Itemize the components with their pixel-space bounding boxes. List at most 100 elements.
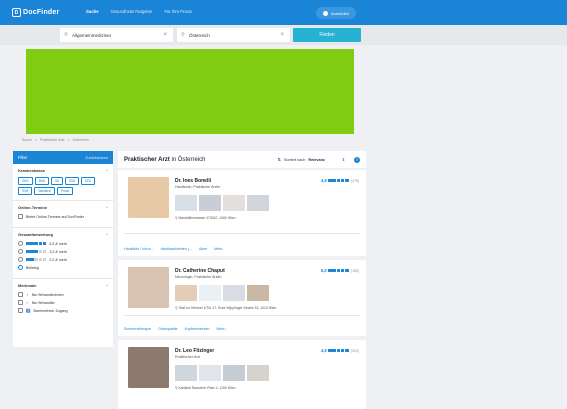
treatment-tags: Schmerztherapie Osteopathie Kopfschmerze… [124,327,228,331]
practice-photo[interactable] [175,365,197,381]
star-filled-icon [30,257,34,262]
practice-photo[interactable] [247,365,269,381]
docfinder-logo[interactable]: D DocFinder [12,7,59,18]
sort-icon: ⇅ [277,158,281,162]
breadcrumb-item-specialty[interactable]: Praktischer Arzt [40,138,65,142]
star-empty-icon [34,257,38,262]
chip-wahlarzt[interactable]: Wahlarzt [34,187,55,195]
checkbox[interactable] [18,300,23,305]
star-filled-icon [328,268,332,273]
login-button[interactable]: Anmelden [316,7,356,19]
checkbox[interactable] [18,214,23,219]
doctor-rating[interactable]: 4,9 (221) [321,348,359,353]
doctor-name[interactable]: Dr. Leo Fitzinger [175,348,214,354]
tag-link[interactable]: Schmerztherapie [124,327,151,331]
section-header[interactable]: Merkmale ^ [18,283,108,288]
practice-photo[interactable] [175,285,197,301]
star-filled-icon [26,241,30,246]
nav-item-suche[interactable]: Suche [86,9,99,14]
practice-photo[interactable] [247,195,269,211]
breadcrumb-item-suche[interactable]: Suche [22,138,32,142]
option-label: Bietet Online-Termine auf DocFinder [26,214,85,219]
chip-kfa[interactable]: KFA [81,177,96,185]
practice-photo[interactable] [199,195,221,211]
find-button[interactable]: Finden [293,28,361,42]
tag-link[interactable]: Kopfschmerzen [185,327,210,331]
practice-photo[interactable] [223,365,245,381]
section-header[interactable]: Krankenkasse ^ [18,168,108,173]
radio-button-selected[interactable] [18,265,23,270]
tag-link[interactable]: Hautkrankheiten (... [161,247,192,251]
sort-control[interactable]: ⇅ Sortiert nach Relevanz ⇕ ? [277,156,360,163]
sort-toggle-icon[interactable]: ⇕ [342,157,345,162]
doctor-card[interactable]: Dr. Ines Bonelli Hautärztin, Praktische … [118,170,366,256]
filter-section-rating: Gesamtbewertung ^ 4,5 & mehr 3,0 & mehr … [13,228,113,279]
clear-specialty-icon[interactable]: × [163,32,167,38]
chip-bva[interactable]: BVA [34,177,49,185]
radio-button[interactable] [18,241,23,246]
breadcrumb: Suche > Praktischer Arzt > Österreich [22,138,89,142]
chip-sva[interactable]: SVA [64,177,80,185]
filter-panel: Filter Zurücksetzen Krankenkasse ^ GKK B… [13,151,113,347]
section-header[interactable]: Online-Termine ^ [18,205,108,210]
practice-photo[interactable] [175,195,197,211]
feature-option[interactable]: ♀ Nur Behandlerinnen [18,292,108,297]
radio-button[interactable] [18,249,23,254]
chip-svb[interactable]: SVB [18,187,33,195]
tag-link[interactable]: Hautbildu / Voror... [124,247,154,251]
nav-item-ratgeber[interactable]: Gesundheits Ratgeber [111,9,153,14]
doctor-name[interactable]: Dr. Catherine Chaput [175,268,225,274]
female-icon: ♀ [26,292,29,297]
tag-link[interactable]: Mehr... [217,327,228,331]
chip-privat[interactable]: Privat [56,187,74,195]
practice-photo[interactable] [199,285,221,301]
clear-location-icon[interactable]: × [280,32,284,38]
breadcrumb-item-location: Österreich [72,138,89,142]
filter-title: Filter [18,155,28,160]
star-filled-icon [336,178,341,183]
doctor-photo[interactable] [128,347,169,388]
help-icon[interactable]: ? [354,156,360,163]
feature-option[interactable]: ♿ Barrierefreier Zugang [18,308,108,313]
practice-photo[interactable] [223,285,245,301]
rating-option[interactable]: 2,0 & mehr [18,257,108,262]
star-filled-icon [344,348,349,353]
tag-link[interactable]: Osteopathie [158,327,177,331]
practice-photo[interactable] [223,195,245,211]
online-booking-option[interactable]: Bietet Online-Termine auf DocFinder [18,214,108,219]
ad-banner[interactable] [26,49,354,134]
star-filled-icon [340,178,345,183]
star-filled-icon [34,241,38,246]
tag-link[interactable]: Mehr... [214,247,225,251]
rating-option[interactable]: 3,0 & mehr [18,249,108,254]
doctor-photo[interactable] [128,177,169,218]
chip-gkk[interactable]: GKK [18,177,33,185]
practice-photo[interactable] [247,285,269,301]
checkbox[interactable] [18,308,23,313]
results-title: Praktischer Arzt in Österreich [124,157,205,163]
doctor-rating[interactable]: 5,0 (150) [321,268,359,273]
practice-photos [175,285,269,301]
checkbox[interactable] [18,292,23,297]
nav-item-praxis[interactable]: Für Ihre Praxis [164,9,191,14]
doctor-card[interactable]: Dr. Catherine Chaput Neurologin, Praktis… [118,260,366,336]
doctor-name[interactable]: Dr. Ines Bonelli [175,178,211,184]
location-search-field[interactable]: ⚲ Österreich × [177,28,290,42]
chevron-up-icon: ^ [106,168,108,173]
doctor-photo[interactable] [128,267,169,308]
radio-button[interactable] [18,257,23,262]
reset-filters-link[interactable]: Zurücksetzen [85,156,108,160]
practice-photo[interactable] [199,365,221,381]
chip-va[interactable]: VA [50,177,63,185]
doctor-rating[interactable]: 4,9 (275) [321,178,359,183]
logo-text: DocFinder [23,9,60,16]
rating-stars [328,348,349,353]
doctor-card[interactable]: Dr. Leo Fitzinger Praktischer Arzt 4,9 (… [118,340,366,409]
chevron-up-icon: ^ [106,205,108,210]
rating-option[interactable]: Beliebig [18,265,108,270]
section-header[interactable]: Gesamtbewertung ^ [18,232,108,237]
specialty-search-field[interactable]: ⚲ Allgemeinmediziner × [60,28,173,42]
rating-option[interactable]: 4,5 & mehr [18,241,108,246]
feature-option[interactable]: ♂ Nur Behandler [18,300,108,305]
tag-link[interactable]: Akne [199,247,207,251]
